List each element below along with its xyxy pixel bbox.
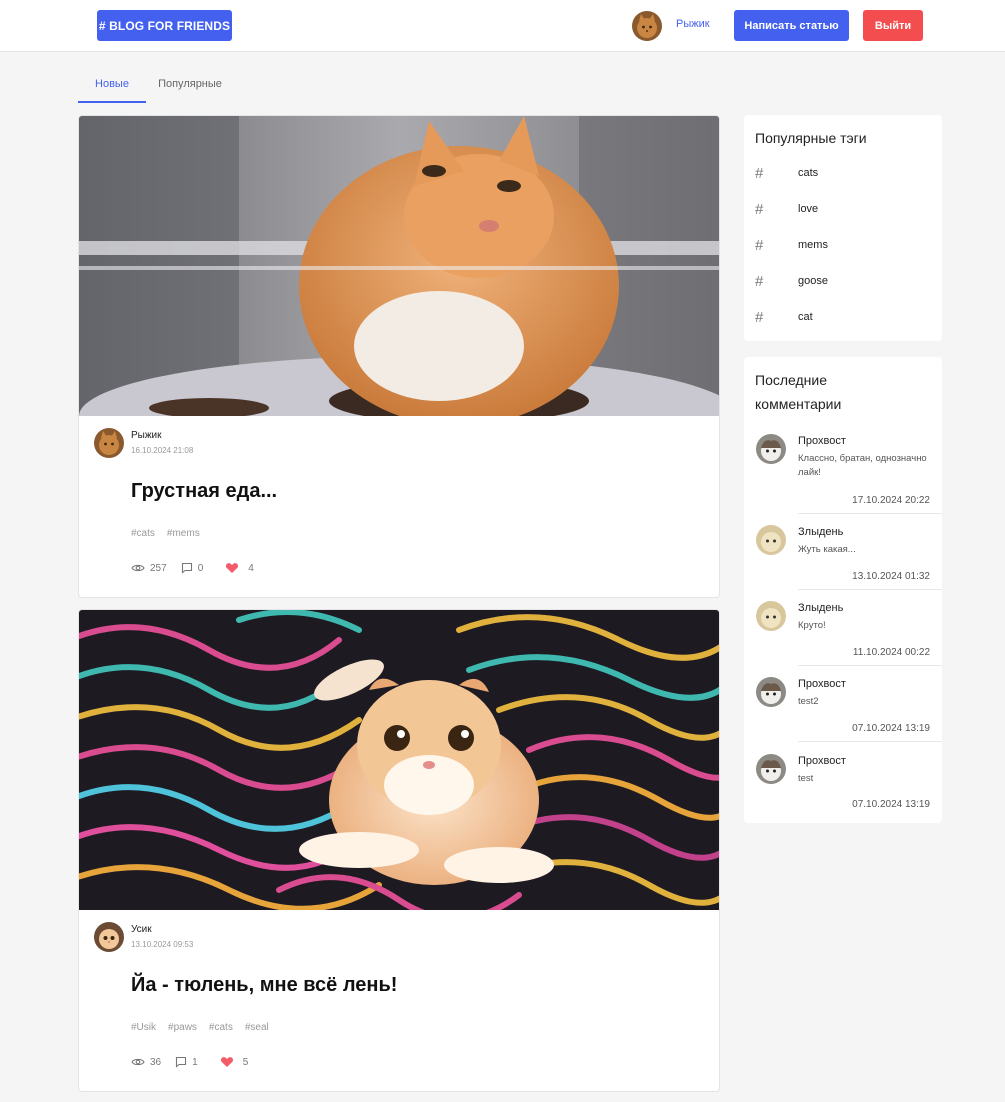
comment-avatar[interactable] (756, 754, 786, 784)
tab-new[interactable]: Новые (78, 78, 146, 103)
comment-date: 07.10.2024 13:19 (852, 723, 930, 734)
post-title[interactable]: Грустная еда... (131, 480, 277, 503)
author-avatar[interactable] (94, 428, 124, 458)
post-image[interactable] (79, 610, 719, 910)
last-comments-card: Последние комментарии Прохвост Классно, … (744, 357, 942, 823)
popular-tags-title: Популярные тэги (755, 130, 867, 146)
comment-author[interactable]: Прохвост (798, 435, 846, 447)
tag-label[interactable]: mems (798, 239, 828, 251)
heart-icon[interactable] (220, 1056, 234, 1068)
comment-avatar[interactable] (756, 601, 786, 631)
comment-text: test (798, 773, 814, 784)
likes-stat[interactable]: 5 (220, 1056, 249, 1068)
post-date: 13.10.2024 09:53 (131, 940, 194, 949)
views-count: 36 (150, 1056, 162, 1068)
tag-item[interactable]: # mems (755, 235, 935, 255)
hash-icon: # (755, 308, 764, 326)
tag-label[interactable]: love (798, 203, 818, 215)
last-comments-title: Последние комментарии (755, 368, 841, 416)
popular-tags-card: Популярные тэги # cats # love # mems # g… (744, 115, 942, 341)
post-tag[interactable]: #mems (167, 528, 200, 539)
post-title[interactable]: Йа - тюлень, мне всё лень! (131, 974, 397, 997)
divider (798, 741, 942, 742)
comment-author[interactable]: Злыдень (798, 602, 843, 614)
logout-button[interactable]: Выйти (863, 10, 923, 41)
comment-icon (181, 562, 192, 574)
post-card[interactable]: Усик 13.10.2024 09:53 Йа - тюлень, мне в… (78, 609, 720, 1092)
post-date: 16.10.2024 21:08 (131, 446, 194, 455)
views-stat: 257 (131, 563, 167, 574)
tag-item[interactable]: # cats (755, 163, 935, 183)
post-tag[interactable]: #cats (131, 528, 155, 539)
divider (798, 665, 942, 666)
post-stats: 257 0 4 (131, 562, 268, 574)
comments-stat: 1 (175, 1056, 198, 1068)
post-card[interactable]: Рыжик 16.10.2024 21:08 Грустная еда... #… (78, 115, 720, 598)
comment-text: test2 (798, 696, 819, 707)
post-tags: #cats #mems (131, 528, 200, 539)
likes-count: 4 (248, 562, 254, 574)
comment-date: 07.10.2024 13:19 (852, 799, 930, 810)
comment-date: 17.10.2024 20:22 (852, 495, 930, 506)
hash-icon: # (755, 236, 764, 254)
post-tag[interactable]: #paws (168, 1022, 197, 1033)
comment-avatar[interactable] (756, 434, 786, 464)
hash-icon: # (755, 272, 764, 290)
views-stat: 36 (131, 1057, 161, 1068)
heart-icon[interactable] (225, 562, 239, 574)
comment-author[interactable]: Прохвост (798, 678, 846, 690)
user-name-link[interactable]: Рыжик (676, 18, 710, 30)
post-tag[interactable]: #seal (245, 1022, 269, 1033)
hash-icon: # (755, 200, 764, 218)
likes-count: 5 (242, 1056, 249, 1068)
tag-item[interactable]: # cat (755, 307, 935, 327)
tag-label[interactable]: cats (798, 167, 818, 179)
tag-item[interactable]: # love (755, 199, 935, 219)
comment-date: 11.10.2024 00:22 (852, 647, 930, 658)
eye-icon (131, 564, 145, 572)
user-avatar[interactable] (632, 11, 662, 41)
comment-date: 13.10.2024 01:32 (852, 571, 930, 582)
comments-count: 1 (192, 1056, 198, 1068)
post-stats: 36 1 5 (131, 1056, 262, 1068)
tag-label[interactable]: goose (798, 275, 828, 287)
divider (798, 513, 942, 514)
post-author[interactable]: Усик (131, 924, 152, 935)
comment-icon (176, 1056, 187, 1068)
comment-avatar[interactable] (756, 525, 786, 555)
last-comments-title-line1: Последние (755, 372, 828, 388)
author-avatar[interactable] (94, 922, 124, 952)
tag-label[interactable]: cat (798, 311, 813, 323)
comments-count: 0 (197, 562, 204, 574)
divider (798, 589, 942, 590)
likes-stat[interactable]: 4 (225, 562, 254, 574)
comment-text: Жуть какая... (798, 544, 856, 555)
post-tags: #Usik #paws #cats #seal (131, 1022, 269, 1033)
views-count: 257 (150, 562, 167, 574)
post-tag[interactable]: #cats (209, 1022, 233, 1033)
comment-author[interactable]: Злыдень (798, 526, 843, 538)
hash-icon: # (755, 164, 764, 182)
post-tag[interactable]: #Usik (131, 1022, 156, 1033)
eye-icon (131, 1058, 145, 1066)
comment-avatar[interactable] (756, 677, 786, 707)
last-comments-title-line2: комментарии (755, 396, 842, 412)
tab-popular[interactable]: Популярные (150, 78, 230, 90)
write-article-button[interactable]: Написать статью (734, 10, 849, 41)
logo[interactable]: # BLOG FOR FRIENDS (97, 10, 232, 41)
post-author[interactable]: Рыжик (131, 430, 162, 441)
comment-author[interactable]: Прохвост (798, 755, 846, 767)
comment-text: Классно, братан, однозначно лайк! (798, 453, 927, 478)
tag-item[interactable]: # goose (755, 271, 935, 291)
header: # BLOG FOR FRIENDS Рыжик Написать статью… (0, 0, 1005, 52)
comment-text: Круто! (798, 620, 826, 631)
comments-stat: 0 (181, 562, 204, 574)
post-image[interactable] (79, 116, 719, 416)
